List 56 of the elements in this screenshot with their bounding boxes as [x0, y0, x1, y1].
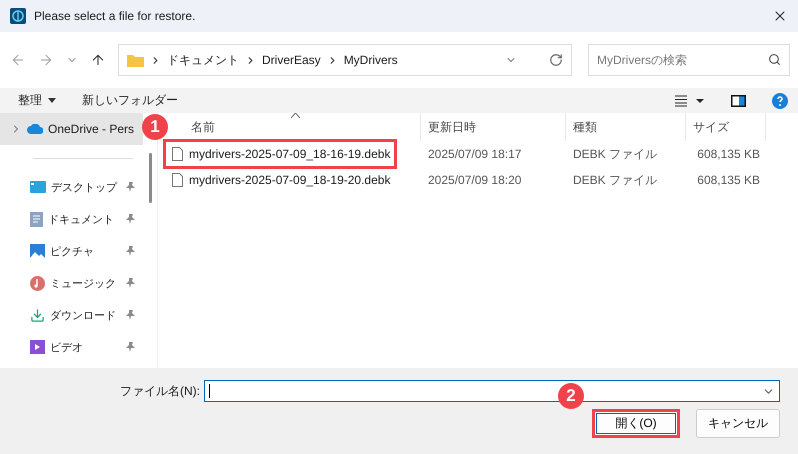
caret-icon	[48, 98, 56, 103]
refresh-icon[interactable]	[549, 53, 563, 67]
music-icon	[30, 276, 45, 290]
column-header[interactable]: 種類	[566, 113, 686, 141]
sidebar-item[interactable]: ピクチャ	[0, 235, 143, 267]
sidebar-item[interactable]: ビデオ	[0, 331, 143, 363]
sidebar-item[interactable]: OneDrive - Pers	[0, 113, 143, 145]
breadcrumb-item[interactable]: MyDrivers	[344, 53, 398, 67]
table-cell-text: 608,135 KB	[696, 173, 761, 187]
step-badge: 1	[142, 114, 168, 140]
video-icon	[30, 340, 45, 354]
pin-icon[interactable]	[126, 246, 135, 256]
file-icon	[172, 173, 183, 187]
view-menu-icon[interactable]	[675, 94, 705, 106]
sidebar-item[interactable]: ダウンロード	[0, 299, 143, 331]
pin-icon[interactable]	[126, 310, 135, 320]
folder-icon	[127, 54, 144, 66]
help-icon[interactable]	[772, 92, 788, 108]
app-logo-icon	[10, 8, 26, 24]
file-name[interactable]: mydrivers-2025-07-09_18-16-19.debk	[166, 142, 394, 166]
breadcrumb-item[interactable]: DriverEasy	[262, 53, 321, 67]
sidebar-item[interactable]: ミュージック	[0, 267, 143, 299]
address-bar[interactable]: ドキュメント DriverEasy MyDrivers	[118, 44, 572, 76]
search-field[interactable]: MyDriversの検索	[588, 44, 790, 76]
table-cell-text: 2025/07/09 18:20	[427, 173, 522, 187]
pin-icon[interactable]	[126, 182, 135, 192]
scrollbar-thumb[interactable]	[148, 153, 152, 203]
preview-pane-icon[interactable]	[731, 94, 746, 106]
window-title: Please select a file for restore.	[34, 9, 196, 23]
file-name-label: ファイル名(N):	[120, 382, 200, 400]
sidebar-item[interactable]: デスクトップ	[0, 171, 143, 203]
pin-icon[interactable]	[126, 214, 135, 224]
table-cell-text: 608,135 KB	[696, 147, 761, 161]
cancel-button[interactable]: キャンセル	[696, 409, 780, 438]
open-button[interactable]: 開く(O)	[592, 409, 680, 438]
desktop-icon	[30, 181, 46, 193]
table-cell-text: DEBK ファイル	[572, 172, 658, 188]
table-cell-text: DEBK ファイル	[572, 146, 658, 162]
picture-icon	[30, 244, 45, 258]
file-name-field[interactable]	[204, 380, 780, 402]
new-folder-button[interactable]: 新しいフォルダー	[82, 92, 178, 109]
sort-caret-icon	[291, 113, 300, 118]
download-icon	[30, 308, 45, 322]
table-cell-text: 2025/07/09 18:17	[427, 147, 522, 161]
file-name[interactable]: mydrivers-2025-07-09_18-19-20.debk	[166, 168, 394, 192]
cloud-icon	[27, 124, 43, 134]
column-header[interactable]: サイズ	[686, 113, 766, 141]
pin-icon[interactable]	[126, 278, 135, 288]
file-icon	[172, 147, 183, 161]
document-icon	[30, 212, 43, 226]
organize-menu[interactable]: 整理	[18, 92, 56, 109]
breadcrumb-item[interactable]: ドキュメント	[167, 52, 239, 68]
sidebar-item[interactable]: ドキュメント	[0, 203, 143, 235]
column-header[interactable]: 更新日時	[421, 113, 566, 141]
pin-icon[interactable]	[126, 342, 135, 352]
search-icon[interactable]	[768, 53, 781, 66]
